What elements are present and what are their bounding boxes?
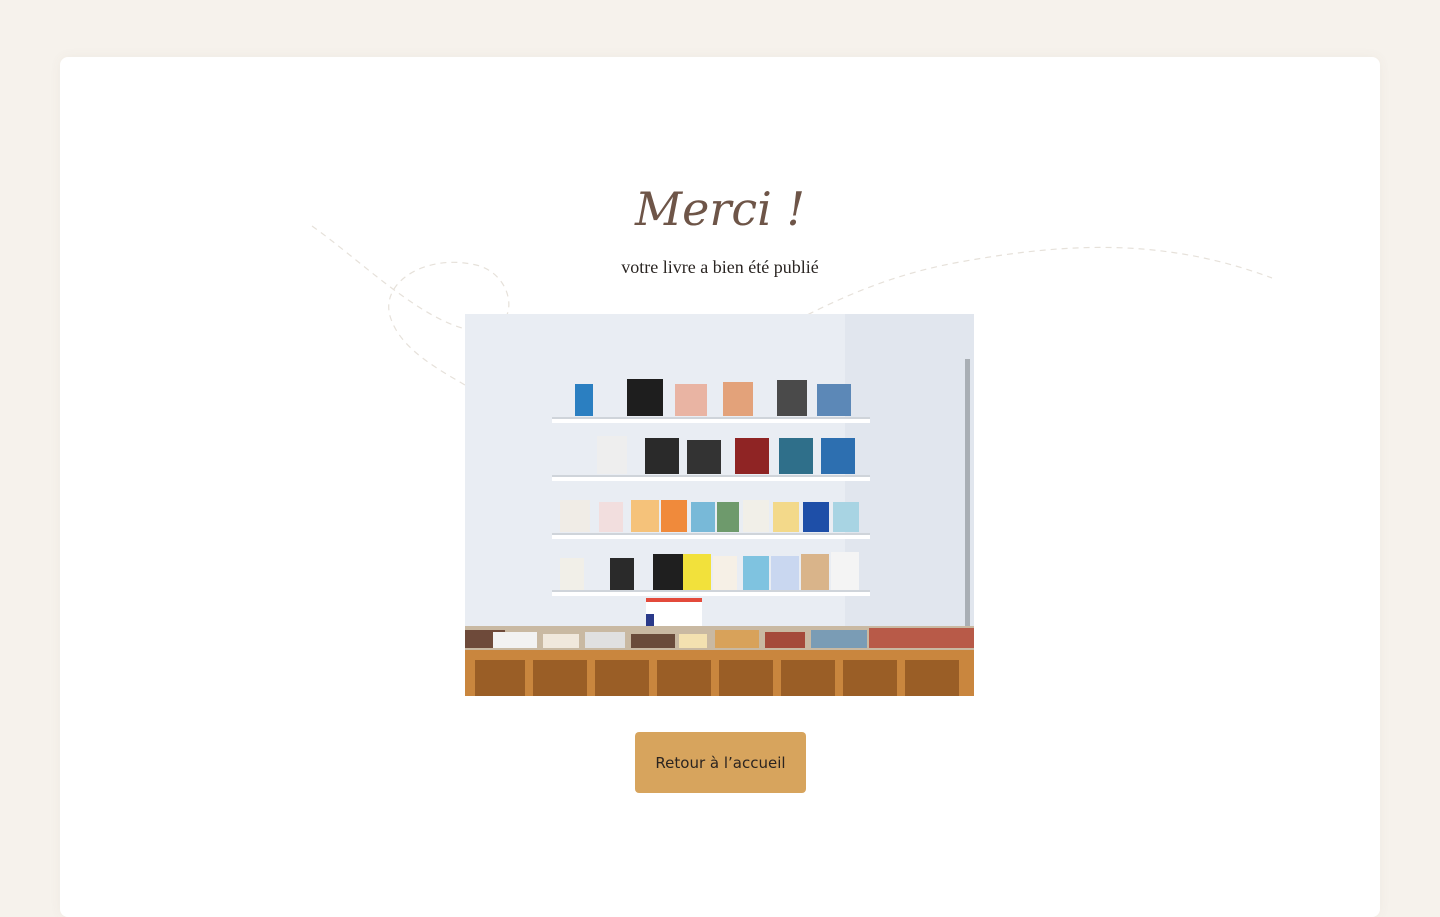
bookshelf-illustration (465, 314, 974, 696)
back-to-home-button[interactable]: Retour à l’accueil (635, 732, 806, 793)
confirmation-subtitle: votre livre a bien été publié (621, 257, 819, 277)
bookshelf-photo (465, 314, 974, 696)
page-title: Merci ! (635, 182, 805, 236)
